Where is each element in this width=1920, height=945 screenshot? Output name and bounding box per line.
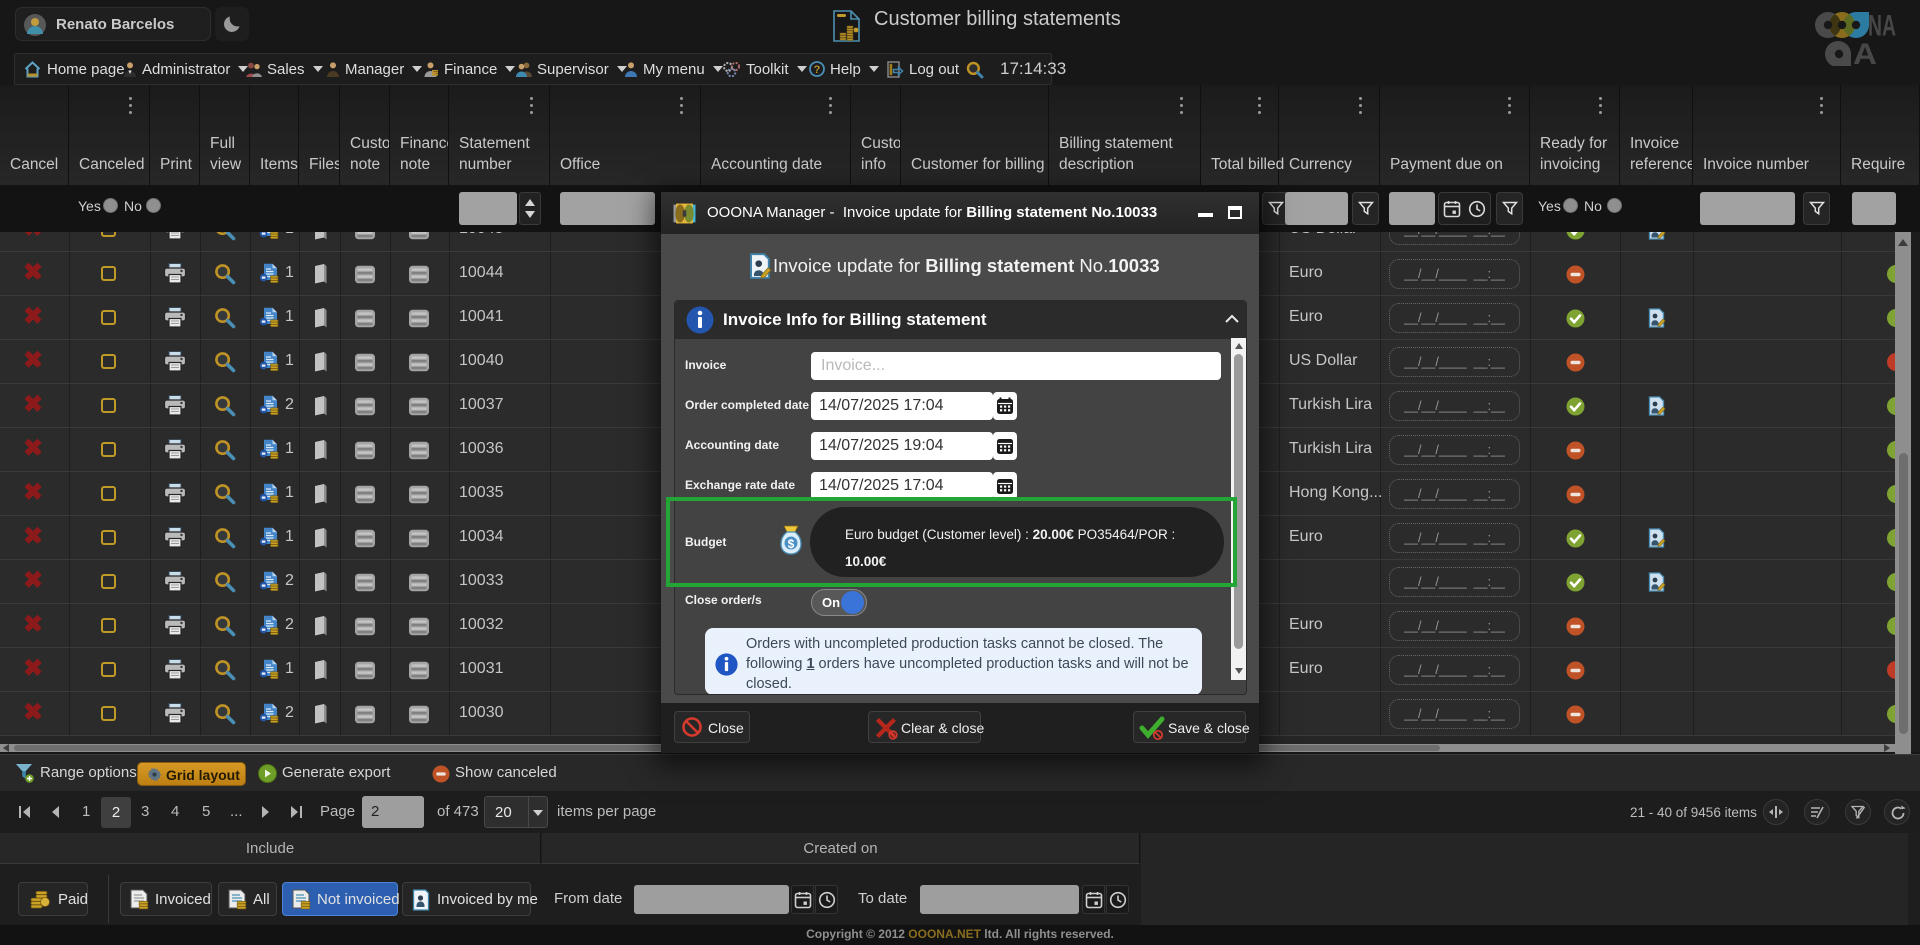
svg-text:$: $ [788,537,795,551]
svg-text:A: A [1853,38,1877,66]
svg-text:?: ? [814,64,821,76]
